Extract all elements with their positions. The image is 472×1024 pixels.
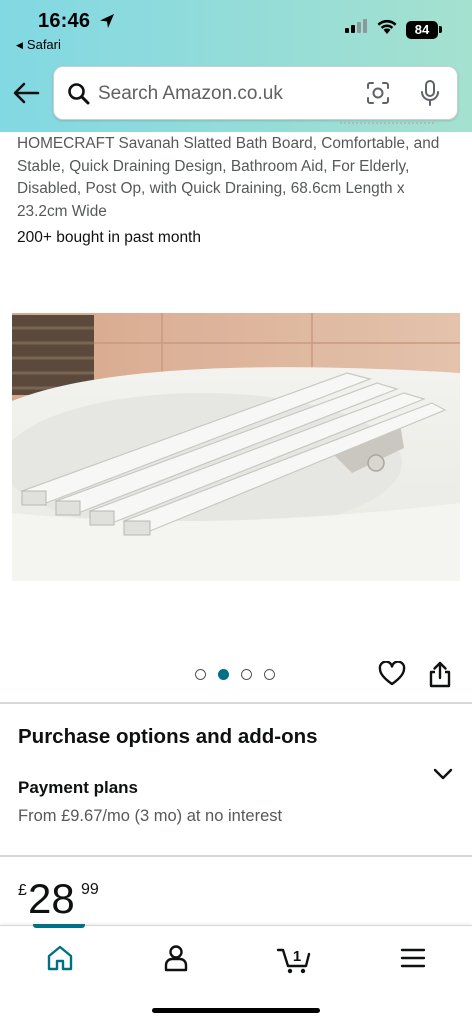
home-icon[interactable] <box>42 940 78 976</box>
back-to-app-link[interactable]: ◀ Safari <box>16 37 61 52</box>
status-bar: 16:46 ◀ Safari 84 <box>0 0 472 58</box>
price-currency: £ <box>18 882 27 899</box>
section-divider <box>0 702 472 704</box>
camera-lens-icon[interactable] <box>366 81 390 105</box>
account-icon[interactable] <box>158 940 194 976</box>
status-time: 16:46 <box>38 10 91 32</box>
chevron-down-icon[interactable] <box>432 766 454 782</box>
product-title[interactable]: HOMECRAFT Savanah Slatted Bath Board, Co… <box>17 133 457 223</box>
cart-icon[interactable]: 1 <box>276 940 312 976</box>
bought-count: 200+ bought in past month <box>17 229 201 246</box>
back-arrow-icon[interactable] <box>12 80 40 106</box>
cellular-signal-icon <box>345 19 367 33</box>
search-row <box>0 62 472 126</box>
carousel-dot-active[interactable] <box>218 669 229 680</box>
payment-plans-title[interactable]: Payment plans <box>18 778 138 798</box>
battery-indicator: 84 <box>406 21 438 39</box>
purchase-options-heading: Purchase options and add-ons <box>18 725 318 748</box>
carousel-dot[interactable] <box>195 669 206 680</box>
microphone-icon[interactable] <box>418 79 442 107</box>
price-whole: 28 <box>28 875 75 922</box>
price-fraction: 99 <box>81 881 99 898</box>
truncated-line-remnant <box>340 122 434 126</box>
location-arrow-icon <box>100 14 114 28</box>
search-box[interactable] <box>53 66 458 120</box>
wifi-icon <box>377 19 397 34</box>
menu-icon[interactable] <box>395 940 431 976</box>
product-image[interactable] <box>12 313 460 581</box>
cart-count: 1 <box>293 948 301 965</box>
carousel-dot[interactable] <box>264 669 275 680</box>
back-triangle-icon: ◀ <box>16 40 23 50</box>
payment-plans-description: From £9.67/mo (3 mo) at no interest <box>18 807 283 825</box>
back-app-label: Safari <box>26 37 61 52</box>
heart-icon[interactable] <box>378 661 406 687</box>
home-indicator[interactable] <box>152 1008 320 1013</box>
share-icon[interactable] <box>428 660 452 688</box>
carousel-dot[interactable] <box>241 669 252 680</box>
nav-active-indicator <box>33 924 85 928</box>
top-header: 16:46 ◀ Safari 84 <box>0 0 472 132</box>
section-divider <box>0 855 472 857</box>
battery-cap <box>439 26 442 33</box>
search-icon <box>68 83 90 105</box>
search-input[interactable] <box>98 77 348 111</box>
